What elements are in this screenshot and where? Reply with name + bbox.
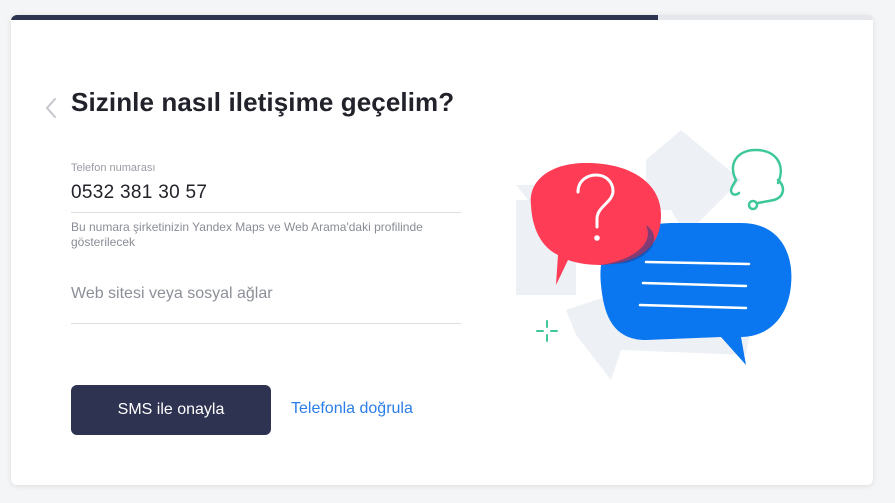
progress-fill [11, 15, 658, 20]
chevron-left-icon [46, 98, 56, 118]
website-field[interactable] [71, 285, 461, 324]
page-title: Sizinle nasıl iletişime geçelim? [71, 87, 455, 117]
phone-field[interactable]: Telefon numarası 0532 381 30 57 Bu numar… [71, 162, 461, 250]
sparkle-icon [536, 320, 558, 342]
phone-hint: Bu numara şirketinizin Yandex Maps ve We… [71, 220, 423, 249]
phone-verify-link[interactable]: Telefonla doğrula [291, 400, 413, 418]
website-input[interactable] [71, 285, 461, 324]
back-button[interactable] [41, 95, 61, 121]
contact-illustration [516, 130, 792, 380]
progress-bar [11, 15, 873, 20]
sms-confirm-button[interactable]: SMS ile onayla [71, 385, 271, 435]
phone-input[interactable]: 0532 381 30 57 [71, 182, 461, 213]
phone-label: Telefon numarası [71, 162, 156, 174]
contact-card: Sizinle nasıl iletişime geçelim? Telefon… [11, 15, 873, 485]
